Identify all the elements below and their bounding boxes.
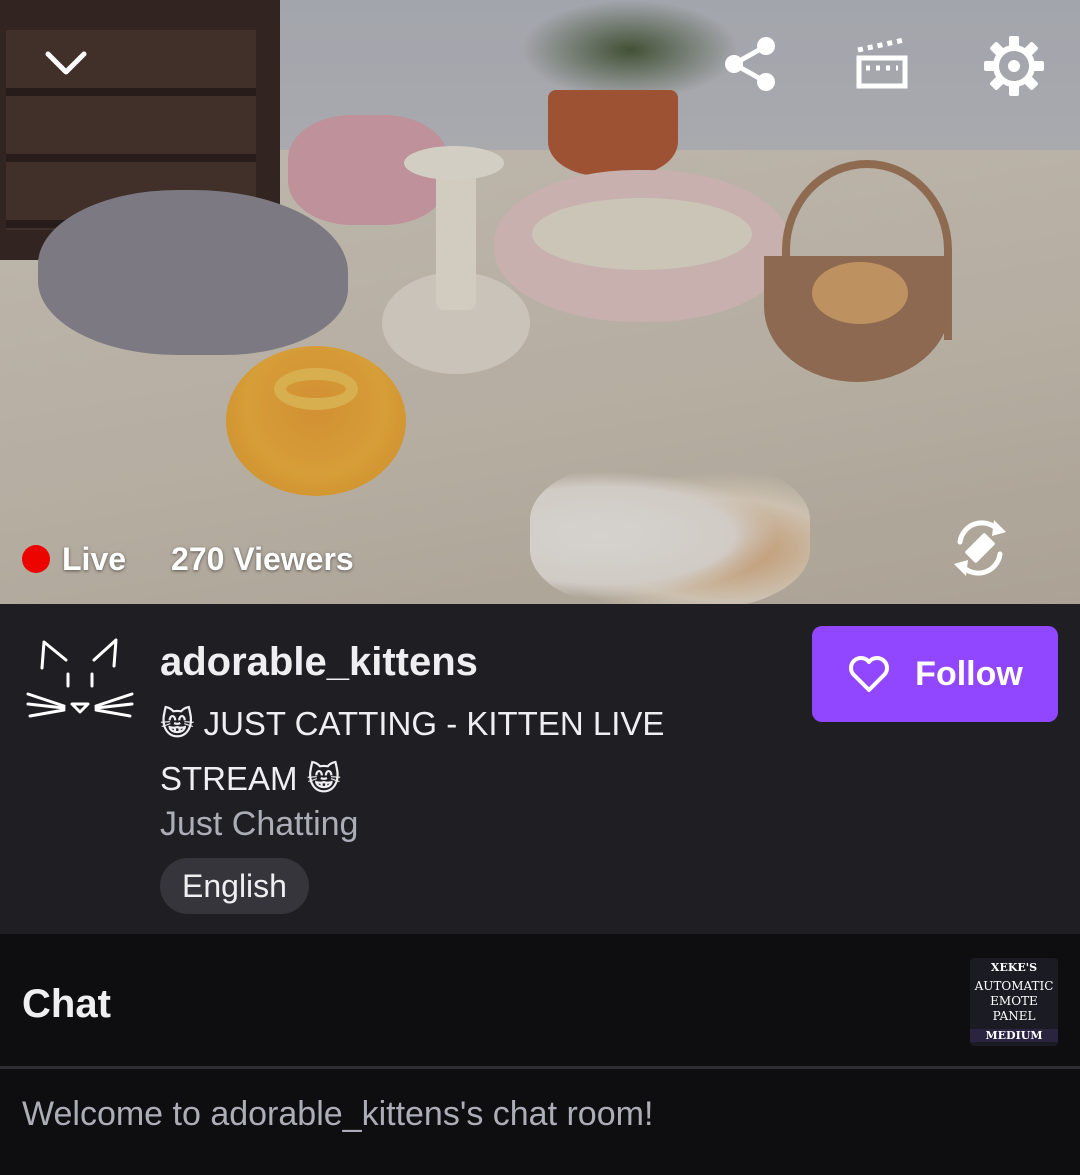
follow-label: Follow — [915, 654, 1023, 693]
live-indicator-icon — [22, 545, 50, 573]
channel-avatar[interactable] — [24, 634, 136, 734]
video-player[interactable]: Live 270 Viewers — [0, 0, 1080, 604]
extension-line-1: XEKE'S — [990, 961, 1038, 974]
chat-welcome-message: Welcome to adorable_kittens's chat room! — [22, 1095, 654, 1133]
rotate-screen-icon[interactable] — [950, 516, 1010, 580]
chat-body: Welcome to adorable_kittens's chat room! — [0, 1069, 1080, 1175]
video-shade — [0, 0, 1080, 604]
channel-info: adorable_kittens 😸 JUST CATTING - KITTEN… — [0, 604, 1080, 934]
viewer-count: 270 Viewers — [171, 540, 354, 577]
extension-line-5: MEDIUM — [970, 1029, 1058, 1042]
channel-name[interactable]: adorable_kittens — [160, 640, 478, 684]
follow-button[interactable]: Follow — [812, 626, 1058, 722]
stream-category[interactable]: Just Chatting — [160, 802, 358, 846]
extension-line-4: PANEL — [992, 1009, 1036, 1023]
stream-status: Live 270 Viewers — [22, 536, 354, 582]
extension-line-3: EMOTE — [990, 994, 1038, 1008]
emote-panel-extension[interactable]: XEKE'S AUTOMATIC EMOTE PANEL MEDIUM — [970, 958, 1058, 1046]
live-label: Live — [62, 540, 127, 577]
settings-icon[interactable] — [982, 34, 1046, 98]
language-tag[interactable]: English — [160, 858, 309, 914]
chat-header: Chat XEKE'S AUTOMATIC EMOTE PANEL MEDIUM — [0, 934, 1080, 1066]
stream-title: 😸 JUST CATTING - KITTEN LIVE STREAM 😸 — [160, 705, 665, 797]
heart-icon — [849, 656, 890, 692]
chat-title: Chat — [22, 982, 111, 1026]
share-icon[interactable] — [720, 34, 780, 94]
chevron-down-icon[interactable] — [44, 48, 88, 78]
clip-icon[interactable] — [852, 34, 912, 94]
language-tag-label: English — [182, 867, 287, 904]
extension-line-2: AUTOMATIC — [974, 979, 1054, 993]
